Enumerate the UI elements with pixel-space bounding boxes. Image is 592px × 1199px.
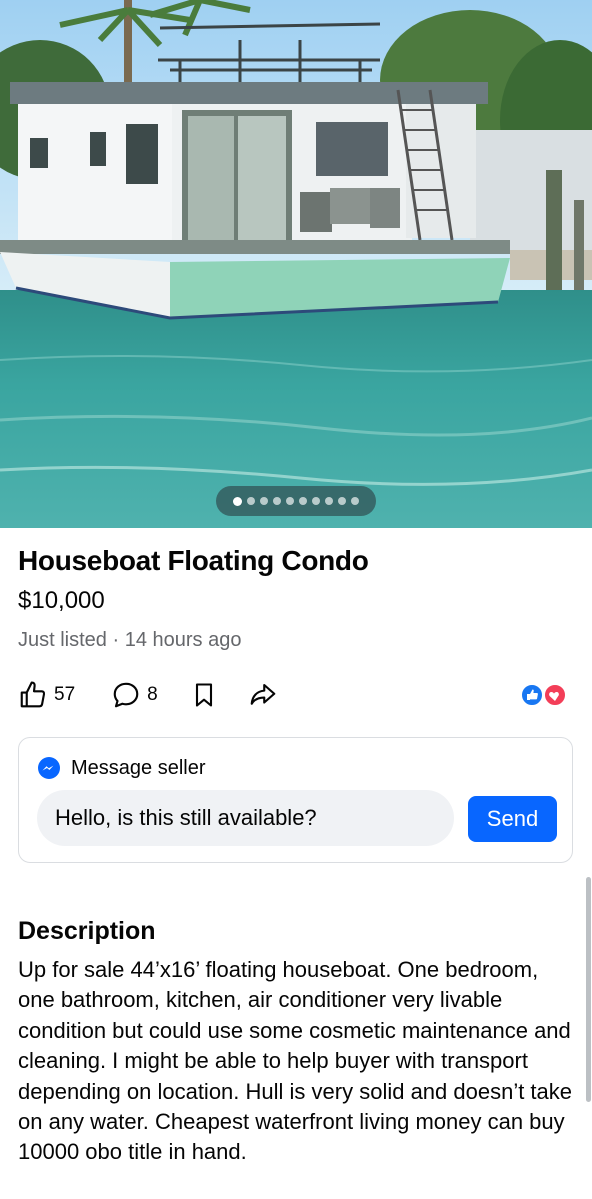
carousel-dot[interactable]	[286, 497, 294, 505]
message-input[interactable]	[37, 790, 454, 846]
thumbs-up-icon	[20, 681, 46, 708]
scrollbar[interactable]	[586, 877, 591, 1102]
save-button[interactable]	[190, 680, 218, 710]
carousel-dot[interactable]	[247, 497, 255, 505]
like-button[interactable]: 57	[18, 680, 75, 710]
listing-photo[interactable]	[0, 0, 592, 528]
share-icon	[250, 683, 276, 705]
comment-count: 8	[147, 684, 158, 705]
carousel-dot[interactable]	[260, 497, 268, 505]
carousel-indicator[interactable]	[216, 486, 376, 516]
bookmark-icon	[195, 683, 212, 707]
carousel-dot[interactable]	[299, 497, 307, 505]
listing-meta: Just listed · 14 hours ago	[18, 629, 242, 651]
messenger-icon	[38, 757, 60, 779]
message-seller-card: Message seller Send	[18, 737, 573, 863]
carousel-dot[interactable]	[233, 496, 242, 506]
listing-title: Houseboat Floating Condo	[18, 545, 369, 576]
description-body: Up for sale 44’x16’ floating houseboat. …	[18, 957, 573, 1165]
reactions-summary[interactable]	[520, 682, 568, 708]
houseboat-photo-image	[0, 0, 592, 528]
message-seller-label: Message seller	[71, 756, 206, 779]
comment-button[interactable]: 8	[111, 680, 158, 710]
comment-icon	[113, 682, 139, 708]
carousel-dot[interactable]	[273, 497, 281, 505]
carousel-dot[interactable]	[325, 497, 333, 505]
message-seller-header: Message seller	[37, 756, 206, 780]
share-button[interactable]	[248, 680, 278, 710]
action-bar: 57 8	[18, 678, 278, 712]
love-reaction-icon	[543, 683, 567, 707]
carousel-dot[interactable]	[351, 497, 359, 505]
like-count: 57	[54, 684, 76, 705]
carousel-dot[interactable]	[312, 497, 320, 505]
carousel-dot[interactable]	[338, 497, 346, 505]
like-reaction-icon	[520, 683, 544, 707]
description-heading: Description	[18, 917, 156, 945]
send-button[interactable]: Send	[468, 796, 557, 842]
listing-price: $10,000	[18, 587, 105, 614]
